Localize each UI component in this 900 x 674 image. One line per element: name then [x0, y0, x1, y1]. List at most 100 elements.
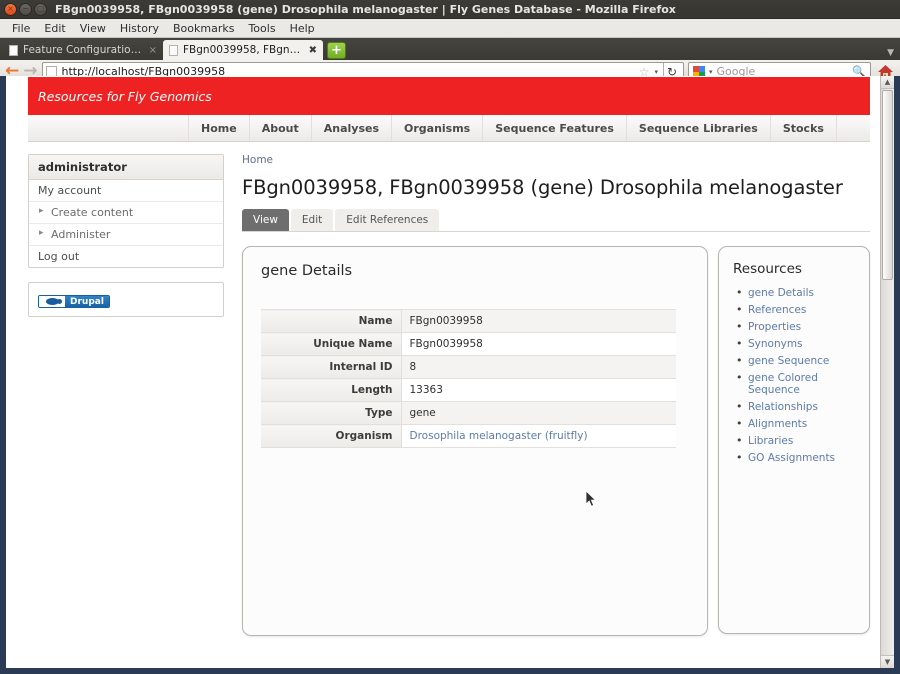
nav-organisms[interactable]: Organisms: [392, 115, 484, 141]
nav-analyses[interactable]: Analyses: [312, 115, 392, 141]
menu-edit[interactable]: Edit: [37, 21, 72, 36]
sidebar-item-log-out[interactable]: Log out: [29, 246, 223, 267]
breadcrumb-home[interactable]: Home: [242, 154, 273, 166]
row-value-internal-id: 8: [401, 355, 676, 379]
row-label-length: Length: [261, 378, 402, 402]
scroll-up-arrow-icon[interactable]: ▲: [881, 76, 894, 89]
drupal-badge[interactable]: Drupal: [38, 295, 110, 308]
resource-item-references[interactable]: References: [735, 301, 857, 318]
page-columns: administrator My account Create content …: [28, 142, 870, 636]
resources-panel: Resources gene Details References Proper…: [718, 246, 870, 634]
tab-strip: Feature Configuration | Fly ... × FBgn00…: [0, 38, 900, 60]
sidebar-item-administer-label[interactable]: Administer: [29, 224, 223, 245]
menu-history[interactable]: History: [113, 21, 166, 36]
resource-item-gene-sequence[interactable]: gene Sequence: [735, 352, 857, 369]
table-row: Length 13363: [261, 378, 676, 402]
menu-view[interactable]: View: [73, 21, 113, 36]
nav-stocks[interactable]: Stocks: [771, 115, 837, 141]
menu-bookmarks[interactable]: Bookmarks: [166, 21, 241, 36]
row-label-internal-id: Internal ID: [261, 355, 402, 379]
row-value-unique-name: FBgn0039958: [401, 332, 676, 356]
close-window-button[interactable]: ×: [4, 2, 17, 16]
site-main-navigation: Home About Analyses Organisms Sequence F…: [28, 115, 870, 142]
nav-home[interactable]: Home: [188, 115, 250, 141]
page-content: Resources for Fly Genomics Home About An…: [6, 76, 880, 668]
resource-item-properties[interactable]: Properties: [735, 318, 857, 335]
url-dropdown-chevron-down-icon[interactable]: ▾: [654, 68, 658, 76]
table-row: Type gene: [261, 401, 676, 425]
nav-about[interactable]: About: [250, 115, 312, 141]
table-row: Name FBgn0039958: [261, 309, 676, 333]
row-value-organism-link[interactable]: Drosophila melanogaster (fruitfly): [410, 430, 588, 442]
table-row: Organism Drosophila melanogaster (fruitf…: [261, 424, 676, 448]
user-menu-block: administrator My account Create content …: [28, 154, 224, 268]
scroll-down-arrow-icon[interactable]: ▼: [881, 655, 894, 668]
drupal-block: Drupal: [28, 282, 224, 317]
gene-details-panel: gene Details Name FBgn0039958 Unique Nam…: [242, 246, 708, 636]
close-tab-2-icon[interactable]: ✖: [309, 45, 317, 56]
sidebar-item-my-account[interactable]: My account: [29, 180, 223, 202]
user-menu-list: My account Create content Administer Log…: [29, 180, 223, 267]
sidebar-item-my-account-label[interactable]: My account: [29, 180, 223, 201]
new-tab-button[interactable]: +: [327, 42, 346, 59]
tab-view[interactable]: View: [242, 209, 289, 231]
maximize-window-button[interactable]: □: [34, 2, 47, 16]
page-icon: [9, 44, 18, 56]
window-titlebar: × − □ FBgn0039958, FBgn0039958 (gene) Dr…: [0, 0, 900, 19]
menu-tools[interactable]: Tools: [241, 21, 282, 36]
browser-tab-2-label: FBgn0039958, FBgn0039958...: [183, 44, 304, 56]
row-label-name: Name: [261, 309, 402, 333]
window-controls: × − □: [4, 2, 47, 16]
left-sidebar: administrator My account Create content …: [28, 142, 224, 636]
breadcrumb[interactable]: Home: [242, 154, 870, 176]
gene-details-table: Name FBgn0039958 Unique Name FBgn0039958…: [261, 309, 676, 448]
row-value-organism-cell: Drosophila melanogaster (fruitfly): [401, 424, 676, 448]
search-engine-chevron-down-icon[interactable]: ▾: [709, 68, 713, 76]
firefox-window: × − □ FBgn0039958, FBgn0039958 (gene) Dr…: [0, 0, 900, 674]
browser-tab-1-label: Feature Configuration | Fly ...: [23, 44, 144, 56]
drupal-badge-label: Drupal: [65, 296, 109, 307]
window-title: FBgn0039958, FBgn0039958 (gene) Drosophi…: [55, 2, 676, 16]
drupal-drop-icon: [39, 296, 65, 307]
sidebar-item-administer[interactable]: Administer: [29, 224, 223, 246]
menu-file[interactable]: File: [5, 21, 37, 36]
sidebar-item-create-content[interactable]: Create content: [29, 202, 223, 224]
browser-tab-1[interactable]: Feature Configuration | Fly ... ×: [3, 40, 163, 60]
resource-item-gene-details[interactable]: gene Details: [735, 284, 857, 301]
mouse-cursor: [585, 490, 598, 509]
resource-item-go-assignments[interactable]: GO Assignments: [735, 449, 857, 466]
row-value-name: FBgn0039958: [401, 309, 676, 333]
table-row: Unique Name FBgn0039958: [261, 332, 676, 356]
sidebar-item-create-content-label[interactable]: Create content: [29, 202, 223, 223]
minimize-window-button[interactable]: −: [19, 2, 32, 16]
site-banner: Resources for Fly Genomics: [28, 77, 870, 115]
tab-edit[interactable]: Edit: [290, 209, 334, 231]
tab-edit-references[interactable]: Edit References: [335, 209, 440, 231]
menu-help[interactable]: Help: [283, 21, 322, 36]
page-viewport: Resources for Fly Genomics Home About An…: [0, 76, 900, 674]
gene-details-heading: gene Details: [261, 263, 353, 279]
tab-list-chevron-down-icon[interactable]: ▼: [887, 48, 894, 58]
sidebar-item-log-out-label[interactable]: Log out: [29, 246, 223, 267]
resource-item-alignments[interactable]: Alignments: [735, 415, 857, 432]
page-title: FBgn0039958, FBgn0039958 (gene) Drosophi…: [242, 176, 843, 199]
resource-item-synonyms[interactable]: Synonyms: [735, 335, 857, 352]
site-slogan: Resources for Fly Genomics: [38, 88, 212, 104]
browser-tab-2[interactable]: FBgn0039958, FBgn0039958... ✖: [163, 40, 323, 60]
resource-item-relationships[interactable]: Relationships: [735, 398, 857, 415]
main-column: Home FBgn0039958, FBgn0039958 (gene) Dro…: [224, 142, 870, 636]
content-panels: gene Details Name FBgn0039958 Unique Nam…: [242, 232, 870, 636]
page-scrollbar[interactable]: ▲ ▼: [880, 76, 894, 668]
close-tab-1-icon[interactable]: ×: [149, 45, 157, 56]
resource-item-gene-colored-sequence[interactable]: gene Colored Sequence: [735, 369, 857, 398]
row-value-type: gene: [401, 401, 676, 425]
table-row: Internal ID 8: [261, 355, 676, 379]
nav-sequence-features[interactable]: Sequence Features: [483, 115, 627, 141]
resource-item-libraries[interactable]: Libraries: [735, 432, 857, 449]
nav-sequence-libraries[interactable]: Sequence Libraries: [627, 115, 771, 141]
resources-list: gene Details References Properties Synon…: [731, 284, 857, 466]
row-label-organism: Organism: [261, 424, 402, 448]
scrollbar-thumb[interactable]: [882, 90, 893, 280]
page-icon: [169, 44, 178, 56]
row-value-length: 13363: [401, 378, 676, 402]
